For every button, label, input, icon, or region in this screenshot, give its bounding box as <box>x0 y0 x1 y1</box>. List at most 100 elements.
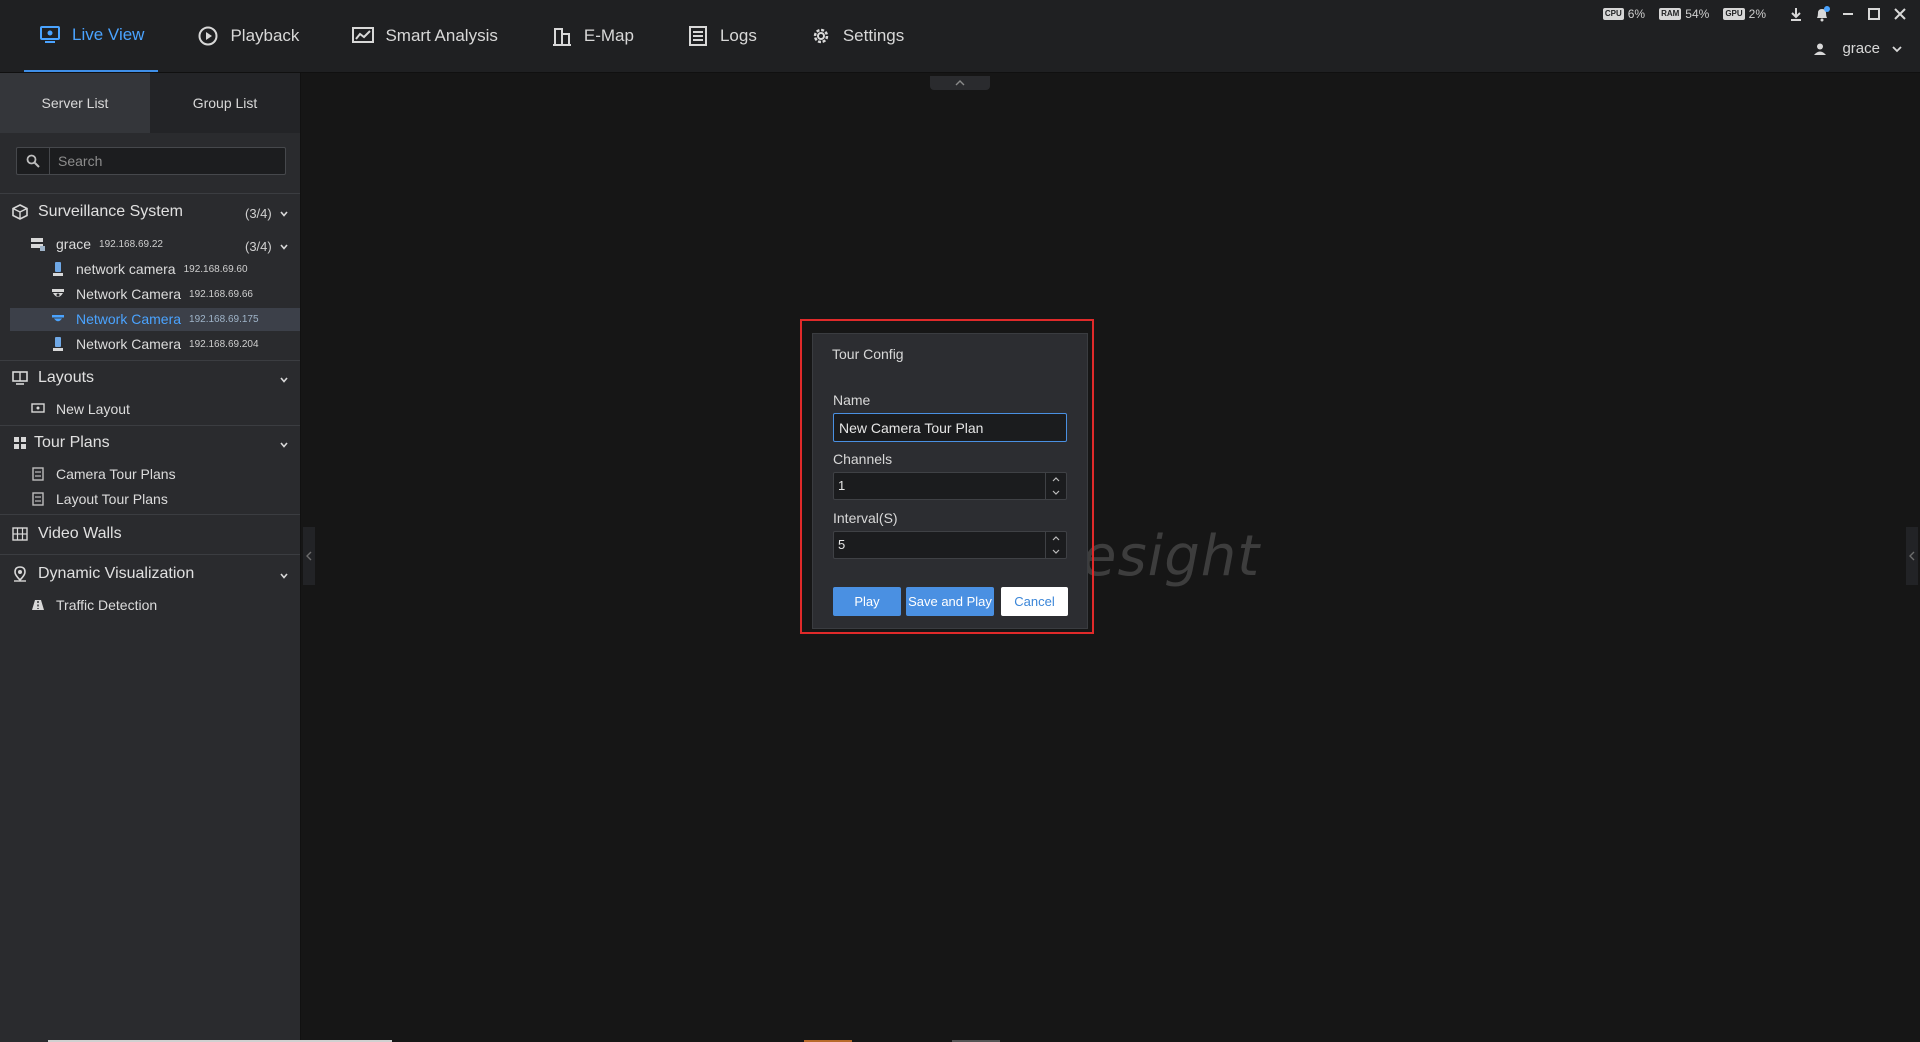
divider <box>0 425 300 426</box>
chevron-down-icon[interactable] <box>279 440 289 450</box>
cpu-value: 6% <box>1627 7 1646 21</box>
ram-icon: RAM <box>1659 8 1682 20</box>
chart-icon <box>351 24 375 48</box>
tree-server-grace[interactable]: grace 192.168.69.22 <box>30 236 163 252</box>
close-icon[interactable] <box>1890 5 1910 23</box>
chevron-down-icon[interactable] <box>279 209 289 219</box>
download-icon[interactable] <box>1786 5 1806 23</box>
search-input[interactable] <box>50 152 280 170</box>
tree-camera-tour-plans[interactable]: Camera Tour Plans <box>30 466 176 482</box>
server-count: (3/4) <box>245 239 272 254</box>
divider <box>0 514 300 515</box>
maximize-icon[interactable] <box>1864 5 1884 23</box>
user-icon <box>1814 43 1827 55</box>
left-panel-toggle[interactable] <box>303 527 315 585</box>
nav-label: Smart Analysis <box>385 26 498 45</box>
dialog-title: Tour Config <box>832 346 904 362</box>
divider <box>0 360 300 361</box>
bullet-camera-icon <box>50 261 66 277</box>
stepper-down-icon[interactable] <box>1046 545 1066 558</box>
tab-server-list[interactable]: Server List <box>0 73 150 133</box>
tour-plan-name: Camera Tour Plans <box>56 466 176 482</box>
play-button[interactable]: Play <box>833 587 901 616</box>
tree-dynamic-visualization[interactable]: Dynamic Visualization <box>12 565 194 583</box>
surveillance-count: (3/4) <box>245 206 272 221</box>
divider <box>0 193 300 194</box>
gear-icon <box>809 24 833 48</box>
tree-camera-1[interactable]: network camera 192.168.69.60 <box>50 261 248 277</box>
brand-watermark: esight <box>1082 524 1261 589</box>
camera-ip: 192.168.69.175 <box>189 313 259 325</box>
tree-new-layout[interactable]: New Layout <box>30 401 130 417</box>
nav-settings[interactable]: Settings <box>795 0 918 72</box>
save-and-play-button[interactable]: Save and Play <box>906 587 994 616</box>
nav-label: Playback <box>230 26 300 45</box>
nav-playback[interactable]: Playback <box>182 0 313 72</box>
camera-ip: 192.168.69.60 <box>183 263 248 275</box>
stepper-arrows <box>1045 473 1066 499</box>
collapse-toolbar-handle[interactable] <box>930 76 990 90</box>
tree-video-walls[interactable]: Video Walls <box>12 525 122 543</box>
ram-stat: RAM 54% <box>1659 7 1709 21</box>
chevron-down-icon[interactable] <box>279 375 289 385</box>
divider <box>0 554 300 555</box>
tree-traffic-detection[interactable]: Traffic Detection <box>30 597 157 613</box>
cpu-stat: CPU 6% <box>1602 7 1646 21</box>
chevron-down-icon[interactable] <box>279 571 289 581</box>
gpu-icon: GPU <box>1723 8 1745 20</box>
tree-camera-4[interactable]: Network Camera 192.168.69.204 <box>50 336 259 352</box>
chevron-left-icon <box>306 551 312 561</box>
name-label: Name <box>833 392 871 408</box>
interval-label: Interval(S) <box>833 510 898 526</box>
monitor-icon <box>38 23 62 47</box>
user-menu[interactable]: grace <box>1814 40 1902 57</box>
nav-logs[interactable]: Logs <box>672 0 771 72</box>
nav-live-view[interactable]: Live View <box>24 0 159 72</box>
chevron-up-icon <box>955 80 965 86</box>
stepper-up-icon[interactable] <box>1046 532 1066 545</box>
tour-config-dialog: Tour Config Name Channels 1 Interval(S) … <box>812 333 1088 629</box>
section-title: Dynamic Visualization <box>38 565 195 582</box>
item-name: Traffic Detection <box>56 597 158 613</box>
channels-label: Channels <box>833 451 893 467</box>
gpu-value: 2% <box>1748 7 1766 21</box>
nav-label: Live View <box>72 25 145 44</box>
ram-value: 54% <box>1685 7 1710 21</box>
main-nav: Live View Playback Smart Analysis E-Map … <box>24 0 942 72</box>
top-bar: Live View Playback Smart Analysis E-Map … <box>0 0 1920 73</box>
nav-e-map[interactable]: E-Map <box>536 0 648 72</box>
server-name: grace <box>56 236 92 252</box>
tree-surveillance-system[interactable]: Surveillance System <box>12 203 183 221</box>
minimize-icon[interactable] <box>1838 5 1858 23</box>
nav-smart-analysis[interactable]: Smart Analysis <box>337 0 511 72</box>
tree-camera-3[interactable]: Network Camera 192.168.69.175 <box>50 311 259 327</box>
section-title: Layouts <box>38 369 95 386</box>
stepper-down-icon[interactable] <box>1046 486 1066 499</box>
interval-value: 5 <box>838 537 846 552</box>
channels-value: 1 <box>838 478 846 493</box>
interval-stepper[interactable]: 5 <box>833 531 1067 559</box>
tab-group-list[interactable]: Group List <box>150 73 300 133</box>
server-icon <box>30 236 46 252</box>
sidebar: Server List Group List Surveillance Syst… <box>0 73 301 1042</box>
cancel-button[interactable]: Cancel <box>1001 587 1068 616</box>
nav-label: Logs <box>719 26 757 45</box>
right-panel-toggle[interactable] <box>1906 527 1918 585</box>
cpu-icon: CPU <box>1602 8 1624 20</box>
sidebar-tabs: Server List Group List <box>0 73 300 133</box>
tree-tour-plans[interactable]: Tour Plans <box>12 434 110 452</box>
chevron-down-icon[interactable] <box>279 242 289 252</box>
camera-ip: 192.168.69.204 <box>189 338 259 350</box>
channels-stepper[interactable]: 1 <box>833 472 1067 500</box>
camera-name: Network Camera <box>76 311 182 327</box>
playback-icon <box>196 24 220 48</box>
stepper-up-icon[interactable] <box>1046 473 1066 486</box>
name-field[interactable] <box>833 413 1067 442</box>
camera-name: Network Camera <box>76 286 182 302</box>
tree-layout-tour-plans[interactable]: Layout Tour Plans <box>30 491 168 507</box>
layout-name: New Layout <box>56 401 130 417</box>
tree-layouts[interactable]: Layouts <box>12 369 94 387</box>
tree-camera-2[interactable]: Network Camera 192.168.69.66 <box>50 286 253 302</box>
notification-bell-icon[interactable] <box>1812 5 1832 23</box>
cube-icon <box>12 204 28 220</box>
